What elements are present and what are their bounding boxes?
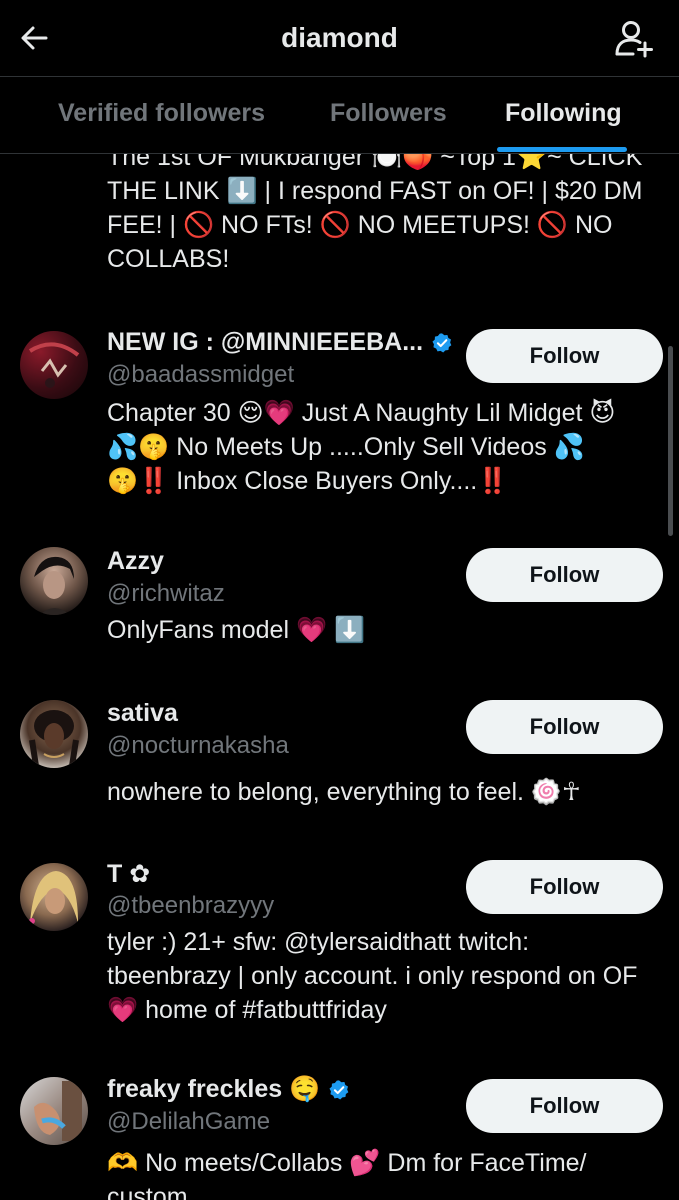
bio-line: 🫶 No meets/Collabs 💕 Dm for FaceTime/	[107, 1149, 587, 1177]
user-bio: OnlyFans model 💗 ⬇️	[107, 613, 662, 647]
user-bio: 🫶 No meets/Collabs 💕 Dm for FaceTime/ cu…	[107, 1146, 662, 1200]
list-item[interactable]: NEW IG : @MINNIEEEBA... @baadassmidget C…	[0, 328, 679, 518]
user-handle[interactable]: @tbeenbrazyyy	[107, 892, 274, 920]
follow-button[interactable]: Follow	[466, 329, 663, 383]
add-user-button[interactable]	[611, 16, 657, 62]
bio-line: 🤫‼️ Inbox Close Buyers Only....‼️	[107, 467, 509, 495]
bio-line: custom ...	[107, 1183, 216, 1200]
bio-line: THE LINK ⬇️ | I respond FAST on OF! | $2…	[107, 177, 643, 205]
list-item[interactable]: Azzy @richwitaz OnlyFans model 💗 ⬇️ Foll…	[0, 547, 679, 677]
follow-button[interactable]: Follow	[466, 860, 663, 914]
tab-bar: Verified followers Followers Following	[0, 77, 679, 154]
active-tab-indicator	[497, 147, 627, 152]
user-display-name[interactable]: Azzy	[107, 547, 164, 576]
bio-line: COLLABS!	[107, 245, 230, 273]
bio-line: 💗 home of #fatbuttfriday	[107, 996, 387, 1024]
scrollbar[interactable]	[668, 346, 673, 536]
user-name-row[interactable]: T ✿	[107, 859, 150, 889]
list-item[interactable]: freaky freckles 🤤 @DelilahGame 🫶 No meet…	[0, 1075, 679, 1200]
tab-following[interactable]: Following	[505, 99, 622, 128]
avatar-image	[34, 556, 74, 615]
user-display-name[interactable]: sativa	[107, 699, 178, 728]
page-title: diamond	[281, 22, 398, 53]
user-bio: Chapter 30 😌💗 Just A Naughty Lil Midget …	[107, 396, 662, 498]
list-item[interactable]: T ✿ @tbeenbrazyyy tyler :) 21+ sfw: @tyl…	[0, 859, 679, 1039]
bio-line: The 1st OF Mukbanger 🍽️🍑 ~Top 1⭐~ CLICK	[107, 154, 643, 171]
bio-line: Chapter 30 😌💗 Just A Naughty Lil Midget …	[107, 399, 616, 427]
user-handle[interactable]: @DelilahGame	[107, 1108, 270, 1136]
bio-line: tbeenbrazy | only account. i only respon…	[107, 962, 638, 990]
avatar[interactable]	[20, 700, 88, 768]
list-item[interactable]: sativa @nocturnakasha nowhere to belong,…	[0, 699, 679, 829]
user-name-row[interactable]: sativa	[107, 699, 178, 728]
user-name-row[interactable]: Azzy	[107, 547, 164, 576]
user-name-row[interactable]: NEW IG : @MINNIEEEBA...	[107, 328, 453, 357]
user-bio: nowhere to belong, everything to feel. 🍥…	[107, 775, 662, 809]
user-display-name[interactable]: freaky freckles 🤤	[107, 1075, 320, 1104]
user-display-name[interactable]: NEW IG : @MINNIEEEBA...	[107, 328, 423, 357]
follow-button[interactable]: Follow	[466, 700, 663, 754]
follow-button[interactable]: Follow	[466, 1079, 663, 1133]
user-handle[interactable]: @baadassmidget	[107, 361, 294, 389]
bio-line: 💦🤫 No Meets Up .....Only Sell Videos 💦	[107, 433, 585, 461]
user-display-name[interactable]: T ✿	[107, 859, 150, 889]
avatar[interactable]	[20, 863, 88, 931]
bio-line: tyler :) 21+ sfw: @tylersaidthatt twitch…	[107, 928, 530, 956]
top-header: diamond	[0, 0, 679, 77]
avatar[interactable]	[20, 1077, 88, 1145]
avatar[interactable]	[20, 547, 88, 615]
user-name-row[interactable]: freaky freckles 🤤	[107, 1075, 350, 1104]
bio-line: nowhere to belong, everything to feel. 🍥…	[107, 778, 581, 806]
previous-user-bio: The 1st OF Mukbanger 🍽️🍑 ~Top 1⭐~ CLICK …	[107, 154, 667, 276]
tab-followers[interactable]: Followers	[330, 99, 447, 128]
bio-line: OnlyFans model 💗 ⬇️	[107, 616, 366, 644]
avatar[interactable]	[20, 331, 88, 399]
following-list[interactable]: The 1st OF Mukbanger 🍽️🍑 ~Top 1⭐~ CLICK …	[0, 154, 679, 1200]
add-user-icon	[615, 21, 653, 58]
user-bio: tyler :) 21+ sfw: @tylersaidthatt twitch…	[107, 925, 662, 1027]
user-handle[interactable]: @nocturnakasha	[107, 732, 289, 760]
avatar-image	[28, 342, 80, 388]
tab-verified-followers[interactable]: Verified followers	[58, 99, 265, 128]
avatar-image	[29, 871, 78, 924]
verified-badge-icon	[329, 1079, 349, 1099]
avatar-image	[29, 710, 79, 767]
avatar-image	[34, 1081, 82, 1141]
verified-badge-icon	[432, 332, 452, 352]
follow-button[interactable]: Follow	[466, 548, 663, 602]
bio-line: FEE! | 🚫 NO FTs! 🚫 NO MEETUPS! 🚫 NO	[107, 211, 613, 239]
user-handle[interactable]: @richwitaz	[107, 580, 225, 608]
